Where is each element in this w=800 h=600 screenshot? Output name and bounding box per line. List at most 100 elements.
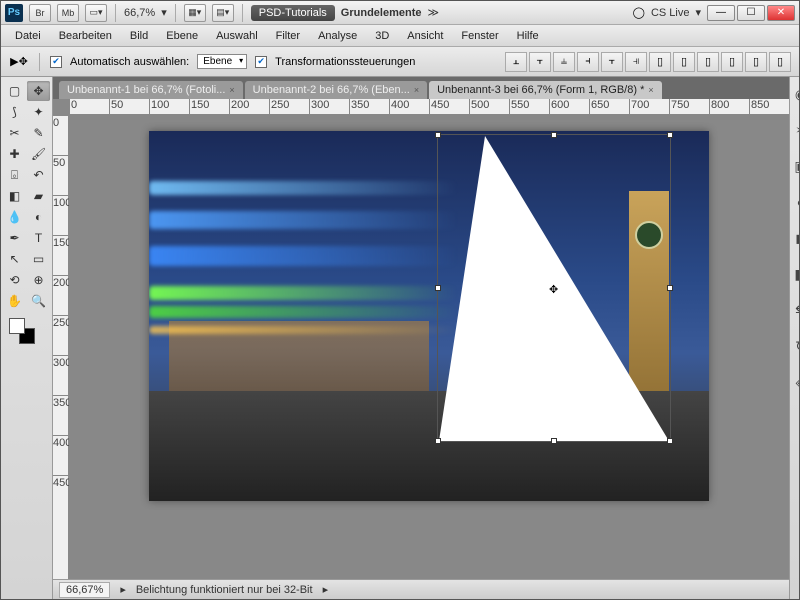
cs-live-button[interactable]: CS Live bbox=[651, 7, 690, 19]
shape-layer[interactable] bbox=[439, 136, 669, 441]
status-more-icon[interactable]: ▸ bbox=[323, 583, 329, 596]
panel-color-icon[interactable]: ◉ bbox=[790, 83, 799, 105]
dist-2[interactable]: ▯ bbox=[673, 52, 695, 72]
align-top[interactable]: ⫠ bbox=[505, 52, 527, 72]
dist-3[interactable]: ▯ bbox=[697, 52, 719, 72]
tool-type[interactable]: T bbox=[27, 228, 50, 248]
workspace-grundelemente[interactable]: Grundelemente bbox=[341, 7, 422, 19]
tool-history[interactable]: ↶ bbox=[27, 165, 50, 185]
tool-lasso[interactable]: ⟆ bbox=[3, 102, 26, 122]
dist-5[interactable]: ▯ bbox=[745, 52, 767, 72]
arrange-button[interactable]: ▦▾ bbox=[184, 4, 206, 22]
dist-6[interactable]: ▯ bbox=[769, 52, 791, 72]
foreground-swatch[interactable] bbox=[9, 318, 25, 334]
tool-zoom[interactable]: 🔍 bbox=[27, 291, 50, 311]
panel-channel-icon[interactable]: ◧ bbox=[790, 263, 799, 285]
tool-dodge[interactable]: ◐ bbox=[27, 207, 50, 227]
bridge-button[interactable]: Br bbox=[29, 4, 51, 22]
auto-select-dropdown[interactable]: Ebene bbox=[197, 54, 247, 69]
menu-3d[interactable]: 3D bbox=[367, 27, 397, 45]
panel-mask-icon[interactable]: ▣ bbox=[790, 155, 799, 177]
tool-pen[interactable]: ✒ bbox=[3, 228, 26, 248]
document[interactable]: ✥ bbox=[149, 131, 709, 501]
tool-eyedropper[interactable]: ✎ bbox=[27, 123, 50, 143]
dist-1[interactable]: ▯ bbox=[649, 52, 671, 72]
menu-fenster[interactable]: Fenster bbox=[453, 27, 506, 45]
align-bottom[interactable]: ⫨ bbox=[553, 52, 575, 72]
tool-3d-rotate[interactable]: ⟲ bbox=[3, 270, 26, 290]
tool-wand[interactable]: ✦ bbox=[27, 102, 50, 122]
align-vcenter[interactable]: ⫟ bbox=[529, 52, 551, 72]
light-streak bbox=[149, 246, 457, 266]
tool-gradient[interactable]: ▰ bbox=[27, 186, 50, 206]
light-streak bbox=[149, 326, 457, 334]
menu-ansicht[interactable]: Ansicht bbox=[399, 27, 451, 45]
workspace-psd-tutorials[interactable]: PSD-Tutorials bbox=[251, 5, 335, 21]
minibridge-button[interactable]: Mb bbox=[57, 4, 79, 22]
status-nav-icon[interactable]: ▸ bbox=[120, 583, 126, 596]
panel-adjust-icon[interactable]: ✶ bbox=[790, 119, 799, 141]
panel-library-icon[interactable]: ◈ bbox=[790, 371, 799, 393]
status-zoom[interactable]: 66,67% bbox=[59, 582, 110, 598]
color-swatches[interactable] bbox=[3, 318, 50, 348]
tool-hand[interactable]: ✋ bbox=[3, 291, 26, 311]
status-message: Belichtung funktioniert nur bei 32-Bit bbox=[136, 584, 313, 596]
menu-analyse[interactable]: Analyse bbox=[310, 27, 365, 45]
align-left[interactable]: ⫞ bbox=[577, 52, 599, 72]
zoom-display[interactable]: 66,7% bbox=[124, 7, 155, 19]
ruler-vertical[interactable]: 050100150200250300350400450 bbox=[53, 115, 69, 579]
canvas-area[interactable]: ✥ bbox=[69, 115, 789, 579]
menu-bild[interactable]: Bild bbox=[122, 27, 156, 45]
menu-bearbeiten[interactable]: Bearbeiten bbox=[51, 27, 120, 45]
menu-ebene[interactable]: Ebene bbox=[158, 27, 206, 45]
dist-4[interactable]: ▯ bbox=[721, 52, 743, 72]
transform-checkbox[interactable]: ✔ bbox=[255, 56, 267, 68]
panel-layer-icon[interactable]: ◼ bbox=[790, 227, 799, 249]
tool-blur[interactable]: 💧 bbox=[3, 207, 26, 227]
close-icon[interactable]: × bbox=[648, 85, 653, 95]
tool-move[interactable]: ✥ bbox=[27, 81, 50, 101]
light-streak bbox=[149, 306, 457, 318]
close-icon[interactable]: × bbox=[229, 85, 234, 95]
tool-path[interactable]: ↖ bbox=[3, 249, 26, 269]
screen-mode-button[interactable]: ▭▾ bbox=[85, 4, 107, 22]
menu-datei[interactable]: Datei bbox=[7, 27, 49, 45]
extras-button[interactable]: ▤▾ bbox=[212, 4, 234, 22]
light-streak bbox=[149, 211, 457, 229]
close-icon[interactable]: × bbox=[414, 85, 419, 95]
document-tabs: Unbenannt-1 bei 66,7% (Fotoli...× Unbena… bbox=[53, 77, 789, 99]
maximize-button[interactable]: ☐ bbox=[737, 5, 765, 21]
menu-auswahl[interactable]: Auswahl bbox=[208, 27, 266, 45]
tool-stamp[interactable]: ⌻ bbox=[3, 165, 26, 185]
workspace-more[interactable]: ≫ bbox=[427, 6, 439, 19]
menu-hilfe[interactable]: Hilfe bbox=[509, 27, 547, 45]
light-streak bbox=[149, 286, 457, 300]
ruler-horizontal[interactable]: 0501001502002503003504004505005506006507… bbox=[69, 99, 789, 115]
tool-crop[interactable]: ✂ bbox=[3, 123, 26, 143]
panel-half-icon[interactable]: ◐ bbox=[790, 191, 799, 213]
tool-shape[interactable]: ▭ bbox=[27, 249, 50, 269]
panel-link-icon[interactable]: ⇆ bbox=[790, 299, 799, 321]
close-button[interactable]: ✕ bbox=[767, 5, 795, 21]
cslive-icon[interactable]: ◯ bbox=[633, 6, 645, 19]
tab-doc-3[interactable]: Unbenannt-3 bei 66,7% (Form 1, RGB/8) *× bbox=[429, 81, 662, 99]
tab-doc-2[interactable]: Unbenannt-2 bei 66,7% (Eben...× bbox=[245, 81, 427, 99]
tab-doc-1[interactable]: Unbenannt-1 bei 66,7% (Fotoli...× bbox=[59, 81, 243, 99]
app-icon: Ps bbox=[5, 4, 23, 22]
minimize-button[interactable]: — bbox=[707, 5, 735, 21]
right-panel-dock: ◉ ✶ ▣ ◐ ◼ ◧ ⇆ ↻ ◈ bbox=[789, 77, 799, 599]
tool-eraser[interactable]: ◧ bbox=[3, 186, 26, 206]
menu-filter[interactable]: Filter bbox=[268, 27, 308, 45]
auto-select-checkbox[interactable]: ✔ bbox=[50, 56, 62, 68]
tool-marquee[interactable]: ▢ bbox=[3, 81, 26, 101]
tool-3d-orbit[interactable]: ⊕ bbox=[27, 270, 50, 290]
align-right[interactable]: ⫣ bbox=[625, 52, 647, 72]
move-tool-icon: ▶✥ bbox=[9, 52, 29, 72]
tool-brush[interactable]: 🖌 bbox=[27, 144, 50, 164]
align-hcenter[interactable]: ⫟ bbox=[601, 52, 623, 72]
light-streak bbox=[149, 181, 457, 195]
transform-label: Transformationssteuerungen bbox=[275, 56, 415, 68]
tool-heal[interactable]: ✚ bbox=[3, 144, 26, 164]
panel-history-icon[interactable]: ↻ bbox=[790, 335, 799, 357]
tool-palette: ▢✥ ⟆✦ ✂✎ ✚🖌 ⌻↶ ◧▰ 💧◐ ✒T ↖▭ ⟲⊕ ✋🔍 bbox=[1, 77, 53, 599]
